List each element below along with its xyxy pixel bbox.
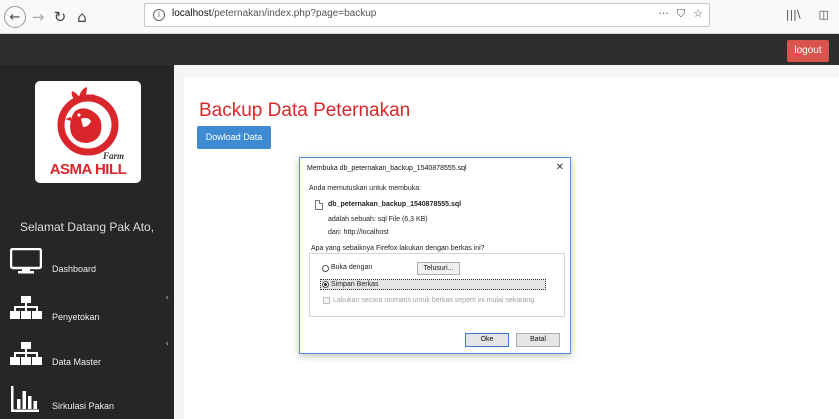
app-header: logout [0, 34, 839, 65]
sidebar-item-sirkulasi-pakan[interactable]: Sirkulasi Pakan [0, 381, 174, 419]
browse-button[interactable]: Telusuri... [417, 262, 460, 275]
logo-farm-text: Farm [103, 151, 125, 161]
url-text[interactable]: localhost/peternakan/index.php?page=back… [172, 8, 376, 19]
action-question: Apa yang sebaiknya Firefox lakukan denga… [311, 245, 488, 252]
logo: Farm ASMA HILL [35, 81, 141, 183]
toolbar-right: |||\ ◫ [786, 8, 829, 21]
page-actions-icon[interactable]: ··· [658, 7, 669, 21]
sidebar-item-dashboard[interactable]: Dashboard [0, 243, 174, 289]
info-icon[interactable]: i [153, 9, 165, 21]
sitemap-icon [10, 342, 42, 365]
chevron-left-icon: ‹ [165, 293, 169, 303]
sidebar-item-label: Sirkulasi Pakan [52, 401, 115, 411]
browser-toolbar: ← → ↻ ⌂ i localhost/peternakan/index.php… [0, 0, 839, 34]
rooster-logo-icon [57, 87, 119, 156]
url-host: localhost [172, 8, 212, 19]
pocket-icon[interactable]: ⛉ [677, 7, 685, 21]
logo-text: ASMA HILL [49, 161, 127, 178]
sidebar-item-penyetokan[interactable]: Penyetokan ‹ [0, 289, 174, 335]
download-data-button[interactable]: Dowload Data [197, 126, 271, 149]
dialog-intro: Anda memutuskan untuk membuka: [309, 185, 422, 192]
save-file-label[interactable]: Simpan Berkas [331, 281, 378, 288]
open-with-radio[interactable] [322, 265, 329, 272]
url-actions: ··· ⛉ ☆ [658, 7, 703, 21]
forward-arrow-icon[interactable]: → [28, 7, 48, 27]
file-type: adalah sebuah: sql File (6,3 KB) [328, 216, 428, 223]
library-icon[interactable]: |||\ [786, 8, 801, 21]
bar-chart-icon [11, 386, 39, 412]
back-arrow-icon[interactable]: ← [4, 6, 26, 28]
bookmark-star-icon[interactable]: ☆ [693, 7, 703, 21]
page-title: Backup Data Peternakan [199, 100, 411, 121]
sitemap-icon [10, 296, 42, 319]
auto-action-label: Lakukan secara otomatis untuk berkas sep… [333, 297, 537, 304]
download-dialog: Membuka db_peternakan_backup_1540878555.… [299, 157, 571, 354]
ok-button[interactable]: Oke [465, 333, 509, 347]
logout-button[interactable]: logout [787, 40, 829, 62]
url-path: /peternakan/index.php?page=backup [211, 8, 377, 19]
auto-action-checkbox[interactable] [323, 297, 330, 304]
save-file-radio[interactable] [322, 281, 329, 288]
monitor-icon [10, 248, 42, 274]
file-icon [315, 200, 323, 210]
sidebar-toggle-icon[interactable]: ◫ [819, 8, 829, 21]
cancel-button[interactable]: Batal [516, 333, 560, 347]
sidebar: Farm ASMA HILL Selamat Datang Pak Ato, D… [0, 65, 174, 419]
home-icon[interactable]: ⌂ [72, 7, 92, 27]
file-source: dari: http://localhost [328, 229, 389, 236]
chevron-left-icon: ‹ [165, 339, 169, 349]
sidebar-item-label: Data Master [52, 357, 102, 367]
file-name: db_peternakan_backup_1540878555.sql [328, 201, 462, 208]
sidebar-item-label: Penyetokan [52, 312, 100, 322]
address-bar[interactable]: i localhost/peternakan/index.php?page=ba… [144, 3, 710, 27]
reload-icon[interactable]: ↻ [50, 7, 70, 27]
open-with-label[interactable]: Buka dengan [331, 264, 372, 271]
sidebar-item-label: Dashboard [52, 264, 97, 274]
welcome-text: Selamat Datang Pak Ato, [19, 220, 155, 234]
dialog-title: Membuka db_peternakan_backup_1540878555.… [307, 165, 467, 172]
close-icon[interactable]: ✕ [556, 162, 564, 173]
sidebar-item-data-master[interactable]: Data Master ‹ [0, 335, 174, 381]
